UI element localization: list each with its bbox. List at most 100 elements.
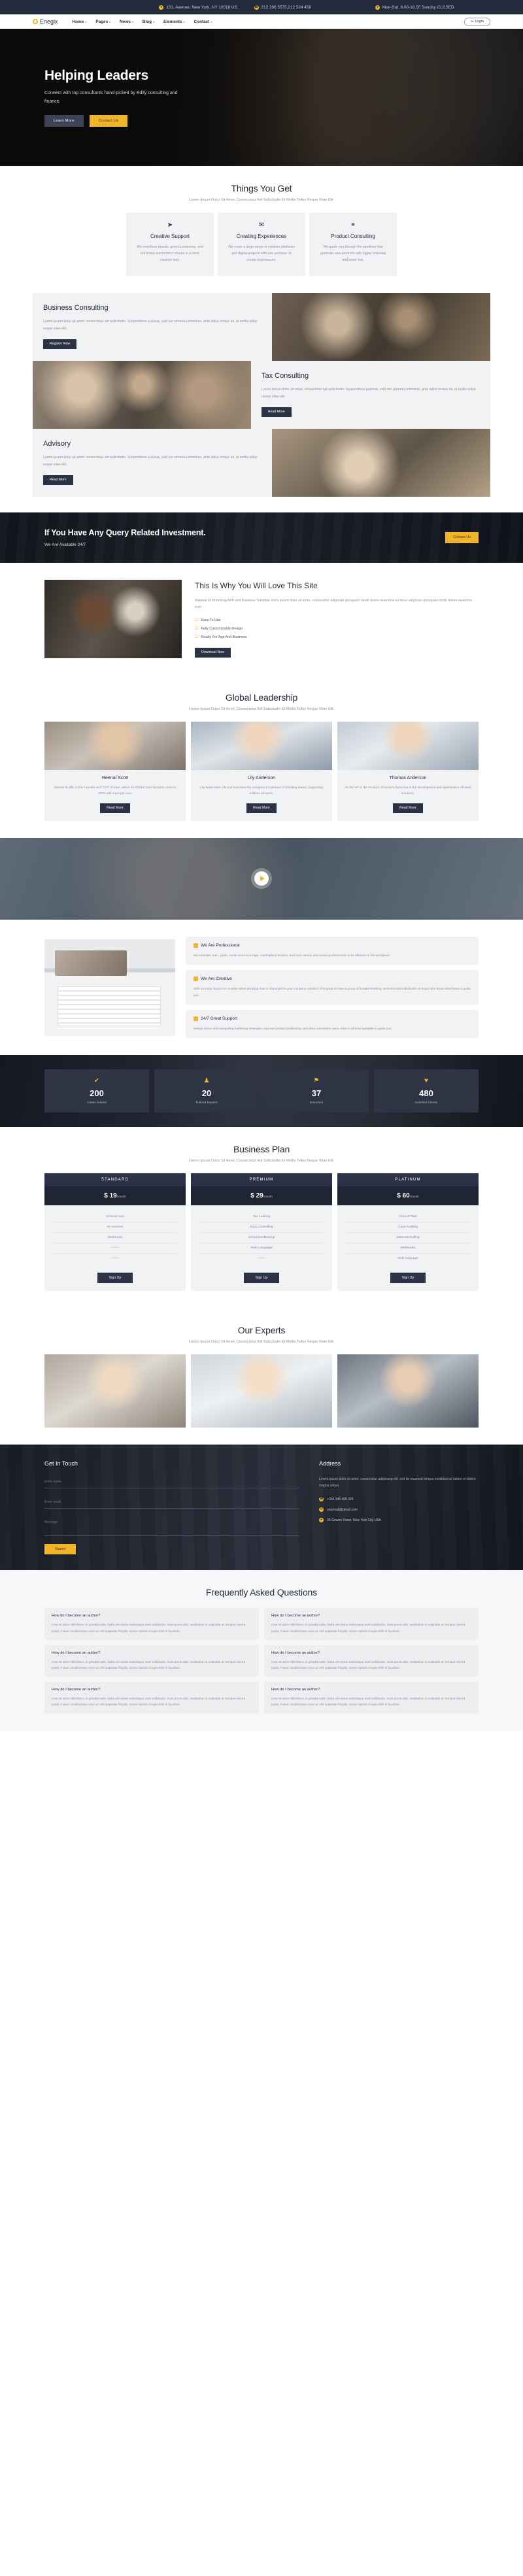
faq-question: How do I become an author? bbox=[271, 1688, 320, 1692]
feature-title: Product Consulting bbox=[331, 233, 375, 239]
service-row-business-consulting: Business Consulting Lorem ipsum dolor si… bbox=[33, 292, 490, 361]
top-info-bar: ● 101, Avenue, New York, NY 10018 US. ☎ … bbox=[0, 0, 523, 14]
faq-question: How do I become an author? bbox=[52, 1614, 101, 1618]
faq-answer: Cras sit amet nibh libero, in gravida nu… bbox=[52, 1697, 246, 1707]
stats-counters-section: ✔ 200 Cases Solved ♟ 20 Trained Experts … bbox=[0, 1055, 523, 1128]
contact-phone-line[interactable]: ☎ +044 345 456 025 bbox=[319, 1497, 479, 1502]
faq-item[interactable]: How do I become an author? Cras sit amet… bbox=[44, 1682, 259, 1714]
brand-logo[interactable]: Enegix bbox=[33, 18, 58, 25]
faq-item[interactable]: How do I become an author? Cras sit amet… bbox=[44, 1645, 259, 1677]
feature-title: Creative Support bbox=[150, 233, 190, 239]
login-label: Login bbox=[475, 20, 484, 24]
learn-more-button[interactable]: Learn More bbox=[44, 114, 84, 127]
service-title: Tax Consulting bbox=[262, 372, 309, 380]
nav-item-contact[interactable]: Contact ▾ bbox=[194, 20, 212, 24]
nav-item-pages[interactable]: Pages ▾ bbox=[95, 20, 110, 24]
member-name: Lily Anderson bbox=[247, 775, 276, 780]
pricing-title: Business Plan bbox=[233, 1144, 290, 1155]
faq-item[interactable]: How do I become an author? Cras sit amet… bbox=[264, 1682, 479, 1714]
member-photo bbox=[44, 721, 186, 770]
read-more-button[interactable]: Read More bbox=[43, 475, 73, 485]
contact-email-line[interactable]: ✉ yourmail@gmail.com bbox=[319, 1507, 479, 1513]
contact-street-line: ● 26 Gowen Tower, New York City USA bbox=[319, 1518, 479, 1523]
check-icon: ☑ bbox=[195, 627, 199, 631]
stat-number: 20 bbox=[201, 1088, 212, 1099]
member-photo bbox=[191, 721, 332, 770]
service-text: Business Consulting Lorem ipsum dolor si… bbox=[33, 292, 272, 361]
faq-item[interactable]: How do I become an author? Cras sit amet… bbox=[264, 1645, 479, 1677]
stat-card-branches: ⚑ 37 Branches bbox=[264, 1069, 369, 1113]
plan-feature: Case Auditing bbox=[346, 1222, 469, 1233]
nav-item-elements[interactable]: Elements ▾ bbox=[163, 20, 184, 24]
member-bio: Lily leads Elixir HR and oversees the co… bbox=[200, 786, 323, 795]
plan-price-value: $ 19 bbox=[104, 1192, 117, 1200]
feature-card-creating-experiences[interactable]: ✉ Creating Experiences We cover a large … bbox=[218, 212, 305, 276]
pro-item-creative: We Are Creative With so many factors to … bbox=[186, 970, 479, 1005]
nav-item-blog[interactable]: Blog ▾ bbox=[143, 20, 154, 24]
leadership-subtitle: Lorem Ipsum Dolor Sit Amet, Consectetur … bbox=[188, 707, 335, 711]
member-read-more-button[interactable]: Read More bbox=[246, 803, 277, 813]
pro-item-title: 24/7 Great Support bbox=[201, 1016, 238, 1022]
member-read-more-button[interactable]: Read More bbox=[393, 803, 423, 813]
contact-us-button[interactable]: Contact Us bbox=[89, 114, 128, 127]
plan-feature: -------- bbox=[257, 1257, 266, 1261]
feature-card-spacer bbox=[35, 212, 122, 276]
service-row-tax-consulting: Tax Consulting Lorem ipsum dolor sit ame… bbox=[33, 360, 490, 429]
expert-one-photo[interactable] bbox=[44, 1354, 186, 1428]
chevron-down-icon: ▾ bbox=[85, 20, 87, 24]
download-now-button[interactable]: Download Now bbox=[195, 647, 231, 658]
expert-three-photo[interactable] bbox=[337, 1354, 479, 1428]
brand-name: Enegix bbox=[40, 18, 58, 25]
cta-contact-button[interactable]: Contact Us bbox=[445, 531, 479, 543]
plan-signup-button[interactable]: Sign Up bbox=[243, 1273, 280, 1284]
topbar-phone[interactable]: ☎ 212 396 5575,212 524 458 bbox=[254, 5, 311, 10]
faq-item[interactable]: How do I become an author? Cras sit amet… bbox=[44, 1608, 259, 1640]
check-circle-icon: ✔ bbox=[93, 1077, 100, 1085]
name-input[interactable] bbox=[44, 1476, 300, 1489]
benefit-label: Ready For App And Business bbox=[201, 635, 247, 639]
topbar-hours-text: Mon-Sat, 8.00-18.00 Sunday CLOSED bbox=[382, 5, 454, 10]
nav-menu: Home ▾ Pages ▾ News ▾ Blog ▾ Elements ▾ Conta… bbox=[73, 20, 212, 24]
faq-section: Frequently Asked Questions How do I beco… bbox=[0, 1570, 523, 1731]
plan-feature: Ground Auto bbox=[54, 1212, 177, 1223]
read-more-button[interactable]: Read More bbox=[262, 407, 292, 417]
envelope-icon: ✉ bbox=[258, 222, 265, 229]
pro-item-title: We Are Professional bbox=[201, 943, 240, 948]
register-now-button[interactable]: Register Now bbox=[43, 339, 77, 349]
feature-text: We cover a large range of creative platf… bbox=[228, 245, 295, 262]
contact-section: Get In Touch Submit Address Lorem ipsum … bbox=[0, 1445, 523, 1571]
plan-signup-button[interactable]: Sign Up bbox=[97, 1273, 133, 1284]
nav-item-home[interactable]: Home ▾ bbox=[73, 20, 87, 24]
faq-answer: Cras sit amet nibh libero, in gravida nu… bbox=[271, 1623, 465, 1633]
benefit-label: Fully Customizable Design bbox=[201, 626, 243, 631]
man-at-desk-photo bbox=[44, 579, 182, 658]
login-arrow-icon: ↪ bbox=[470, 20, 474, 24]
member-name: Reenal Scott bbox=[101, 775, 129, 780]
team-card[interactable]: Thomas Anderson As the VP of the Product… bbox=[337, 721, 479, 821]
nav-item-news[interactable]: News ▾ bbox=[120, 20, 133, 24]
member-read-more-button[interactable]: Read More bbox=[100, 803, 130, 813]
expert-two-photo[interactable] bbox=[191, 1354, 332, 1428]
desk-documents-photo bbox=[44, 939, 175, 1036]
plan-feature: Multi Language bbox=[200, 1243, 323, 1254]
plan-signup-button[interactable]: Sign Up bbox=[390, 1273, 426, 1284]
login-button[interactable]: ↪ Login bbox=[464, 17, 490, 26]
badge-icon bbox=[194, 1016, 198, 1022]
plan-price-value: $ 60 bbox=[397, 1192, 410, 1200]
faq-item[interactable]: How do I become an author? Cras sit amet… bbox=[264, 1608, 479, 1640]
email-input[interactable] bbox=[44, 1496, 300, 1509]
submit-button[interactable]: Submit bbox=[44, 1544, 76, 1555]
pro-item-support: 24/7 Great Support Design clever and com… bbox=[186, 1010, 479, 1039]
team-card[interactable]: Lily Anderson Lily leads Elixir HR and o… bbox=[191, 721, 332, 821]
address-text: Lorem ipsum dolor sit amet, consectetur … bbox=[319, 1477, 476, 1488]
faq-grid: How do I become an author? Cras sit amet… bbox=[33, 1608, 490, 1714]
play-button-icon[interactable] bbox=[254, 871, 269, 886]
location-pin-icon: ● bbox=[159, 5, 164, 10]
feature-card-creative-support[interactable]: ➤ Creative Support We transform brands, … bbox=[126, 212, 214, 276]
contact-phone-text: +044 345 456 025 bbox=[327, 1497, 354, 1501]
plan-card-standard: STANDARD $ 19/month Ground Auto Hr Invoi… bbox=[44, 1173, 186, 1292]
circle-logo-icon bbox=[33, 19, 38, 24]
message-input[interactable] bbox=[44, 1516, 300, 1537]
team-card[interactable]: Reenal Scott Nisiesti fit offic in the F… bbox=[44, 721, 186, 821]
feature-card-product-consulting[interactable]: ⚭ Product Consulting We guide you throug… bbox=[309, 212, 397, 276]
